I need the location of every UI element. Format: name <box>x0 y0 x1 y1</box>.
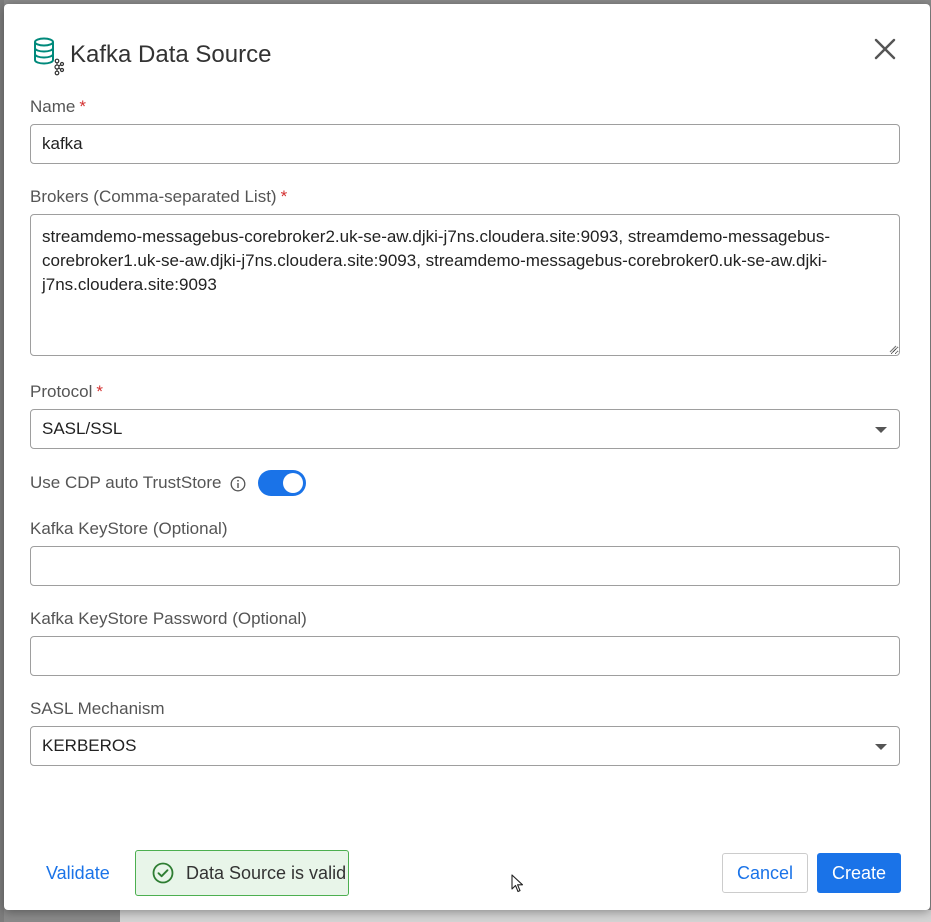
truststore-row: Use CDP auto TrustStore <box>30 470 306 496</box>
brokers-label: Brokers (Comma-separated List) * <box>30 187 288 206</box>
sasl-mechanism-label: SASL Mechanism <box>30 699 165 718</box>
info-icon[interactable] <box>230 476 246 492</box>
keystore-password-input[interactable] <box>30 636 900 676</box>
validate-button[interactable]: Validate <box>46 862 110 884</box>
name-label: Name * <box>30 97 86 116</box>
validation-status-text: Data Source is valid <box>186 862 347 883</box>
dialog-header: Kafka Data Source <box>30 34 271 76</box>
truststore-label: Use CDP auto TrustStore <box>30 473 222 492</box>
validation-status-badge: Data Source is valid <box>135 850 349 896</box>
required-marker: * <box>79 97 86 116</box>
sasl-mechanism-selected-value: KERBEROS <box>42 736 137 755</box>
mouse-cursor-icon <box>511 874 524 893</box>
keystore-password-label: Kafka KeyStore Password (Optional) <box>30 609 307 628</box>
required-marker: * <box>96 382 103 401</box>
protocol-select[interactable]: SASL/SSL <box>30 409 900 449</box>
truststore-toggle[interactable] <box>257 470 306 496</box>
sasl-mechanism-select[interactable]: KERBEROS <box>30 726 900 766</box>
brokers-textarea[interactable]: streamdemo-messagebus-corebroker2.uk-se-… <box>30 214 900 356</box>
resize-handle-icon[interactable] <box>887 343 897 353</box>
required-marker: * <box>280 187 288 206</box>
background-bottom <box>120 910 931 922</box>
protocol-selected-value: SASL/SSL <box>42 419 123 438</box>
create-button[interactable]: Create <box>817 853 901 893</box>
cancel-button[interactable]: Cancel <box>722 853 808 893</box>
toggle-knob <box>282 473 303 493</box>
name-input[interactable]: kafka <box>30 124 900 164</box>
chevron-down-icon <box>875 427 887 433</box>
kafka-data-source-dialog: Kafka Data Source Name * kafka Brokers (C… <box>4 4 930 910</box>
name-input-value: kafka <box>42 134 83 153</box>
protocol-label: Protocol * <box>30 382 103 401</box>
chevron-down-icon <box>875 744 887 750</box>
keystore-input[interactable] <box>30 546 900 586</box>
check-circle-icon <box>152 862 174 884</box>
brokers-textarea-value: streamdemo-messagebus-corebroker2.uk-se-… <box>42 227 831 294</box>
close-button[interactable] <box>870 34 900 64</box>
database-kafka-icon <box>30 34 70 76</box>
close-icon <box>874 38 896 60</box>
dialog-title: Kafka Data Source <box>70 41 272 68</box>
keystore-label: Kafka KeyStore (Optional) <box>30 519 228 538</box>
